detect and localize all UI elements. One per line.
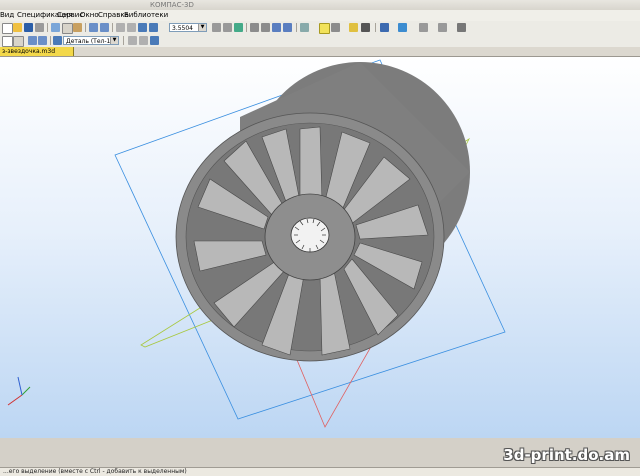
perspective-icon[interactable] (300, 23, 309, 32)
document-tab-strip: з-звездочка.m3d (0, 47, 640, 57)
undo-icon[interactable] (89, 23, 98, 32)
properties-icon[interactable] (380, 23, 389, 32)
new-document-icon[interactable] (2, 23, 13, 34)
rotate-icon[interactable] (212, 23, 221, 32)
zoom-out-icon[interactable] (127, 23, 136, 32)
zoom-scale-field[interactable]: 3.5504 ▼ (169, 23, 207, 32)
menu-item-window[interactable]: Окно (80, 11, 99, 19)
cut-icon[interactable] (51, 23, 60, 32)
shaded-icon[interactable] (283, 23, 292, 32)
copy-icon[interactable] (62, 23, 73, 34)
new-file-icon[interactable] (2, 36, 13, 47)
color-icon[interactable] (349, 23, 358, 32)
save-icon[interactable] (24, 23, 33, 32)
zoom-in-icon[interactable] (128, 36, 137, 45)
toolbar-separator (296, 23, 297, 32)
window-title: КОМПАС-3D (150, 1, 194, 9)
toolbar-separator (246, 23, 247, 32)
menu-item-view[interactable]: Вид (0, 11, 14, 19)
watermark: 3d-print.do.am (503, 446, 630, 464)
zoom-window-icon[interactable] (138, 23, 147, 32)
zoom-in-icon[interactable] (116, 23, 125, 32)
paste-icon[interactable] (73, 23, 82, 32)
toolbar-separator (123, 36, 124, 45)
toolbar-separator (47, 23, 48, 32)
wireframe-icon[interactable] (272, 23, 281, 32)
view-mode-icon[interactable] (261, 23, 270, 32)
hint-text: ...его выделение (вместе с Ctrl - добави… (3, 468, 187, 475)
toolbar-separator (375, 23, 376, 32)
zoom-out-icon[interactable] (139, 36, 148, 45)
undo-icon[interactable] (28, 36, 37, 45)
grid-icon[interactable] (438, 23, 447, 32)
status-area: 3d-print.do.am ...его выделение (вместе … (0, 438, 640, 476)
chevron-down-icon[interactable]: ▼ (110, 37, 118, 44)
redo-icon[interactable] (100, 23, 109, 32)
gear-model[interactable] (175, 62, 470, 362)
measure-icon[interactable] (419, 23, 428, 32)
zoom-scale-value: 3.5504 (172, 25, 193, 32)
part-selector-field[interactable]: Деталь (Тел-1) ▼ (63, 36, 119, 45)
chevron-down-icon[interactable]: ▼ (198, 24, 206, 31)
zoom-all-icon[interactable] (149, 23, 158, 32)
print-icon[interactable] (35, 23, 44, 32)
lighting-icon[interactable] (361, 23, 370, 32)
standard-toolbar: 3.5504 ▼ (0, 21, 640, 35)
model-viewport[interactable] (0, 57, 640, 438)
menu-item-libraries[interactable]: Библиотеки (124, 11, 168, 19)
part-selector-value: Деталь (Тел-1) (66, 38, 113, 45)
zoom-fit-icon[interactable] (150, 36, 159, 45)
tab-document[interactable]: з-звездочка.m3d (0, 47, 74, 56)
section-icon[interactable] (331, 23, 340, 32)
filter-icon[interactable] (398, 23, 407, 32)
open-folder-icon[interactable] (13, 23, 22, 32)
tab-document-label: з-звездочка.m3d (2, 48, 56, 55)
current-state-toolbar: Деталь (Тел-1) ▼ (0, 34, 640, 48)
model-scene (7, 59, 506, 428)
hidden-lines-icon[interactable] (319, 23, 330, 34)
part-icon[interactable] (53, 36, 62, 45)
toolbar-separator (112, 23, 113, 32)
redo-icon[interactable] (38, 36, 47, 45)
orientation-icon[interactable] (250, 23, 259, 32)
document-icon[interactable] (13, 36, 24, 47)
toolbar-separator (50, 36, 51, 45)
title-bar: КОМПАС-3D (0, 0, 640, 10)
axis-triad (7, 376, 31, 406)
toolbar-separator (85, 23, 86, 32)
library-icon[interactable] (457, 23, 466, 32)
refresh-icon[interactable] (234, 23, 243, 32)
pan-icon[interactable] (223, 23, 232, 32)
